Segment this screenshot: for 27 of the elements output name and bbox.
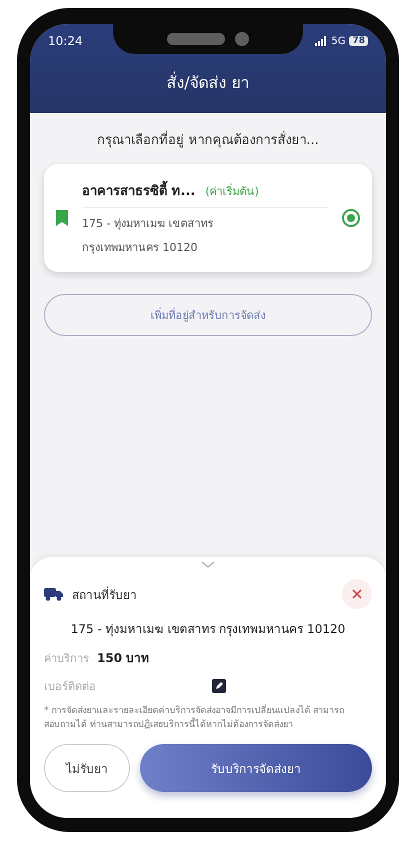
prompt-text: กรุณาเลือกที่อยู่ หากคุณต้องการสั่งยา... (44, 129, 372, 150)
sheet-title: สถานที่รับยา (72, 586, 138, 604)
note-text: * การจัดส่งยาและรายละเอียดค่าบริการจัดส่งอาจมีการเปลี่ยนแปลงได้ สามารถสอบถามได้ ท่านสามารถปฏิเสธบริการนี้ได้หากไม่ต้องการจัดส่งยา (44, 705, 372, 732)
fee-value: 150 บาท (97, 650, 150, 667)
pickup-address: 175 - ทุ่งมหาเมฆ เขตสาทร กรุงเทพมหานคร 10120 (70, 621, 346, 638)
decline-button[interactable]: ไม่รับยา (44, 744, 130, 792)
address-card[interactable]: อาคารสาธรซิตี้ ท... (ค่าเริ่มต้น) 175 - ทุ่งมหาเมฆ เขตสาทร กรุงเทพมหานคร 10120 (44, 164, 372, 272)
address-line: 175 - ทุ่งมหาเมฆ เขตสาทร (82, 216, 214, 232)
bookmark-icon (56, 210, 68, 226)
add-address-button[interactable]: เพิ่มที่อยู่สำหรับการจัดส่ง (44, 294, 372, 336)
address-line: กรุงเทพมหานคร 10120 (82, 240, 198, 256)
fee-label: ค่าบริการ (44, 650, 89, 666)
chevron-down-icon (201, 561, 215, 569)
close-button[interactable] (342, 579, 372, 609)
screen-title: สั่ง/จัดส่ง ยา (165, 70, 251, 94)
default-tag: (ค่าเริ่มต้น) (205, 182, 259, 200)
truck-icon (44, 587, 64, 601)
battery-level: 78 (349, 36, 368, 46)
close-icon (352, 589, 362, 599)
phone-label: เบอร์ติดต่อ (44, 679, 97, 695)
accept-delivery-button[interactable]: รับบริการจัดส่งยา (140, 744, 372, 792)
address-name: อาคารสาธรซิตี้ ท... (82, 180, 196, 201)
radio-button[interactable] (342, 209, 360, 227)
edit-icon[interactable] (212, 679, 226, 693)
signal-icon (315, 36, 328, 46)
status-time: 10:24 (48, 34, 83, 48)
network-label: 5G (331, 36, 346, 46)
